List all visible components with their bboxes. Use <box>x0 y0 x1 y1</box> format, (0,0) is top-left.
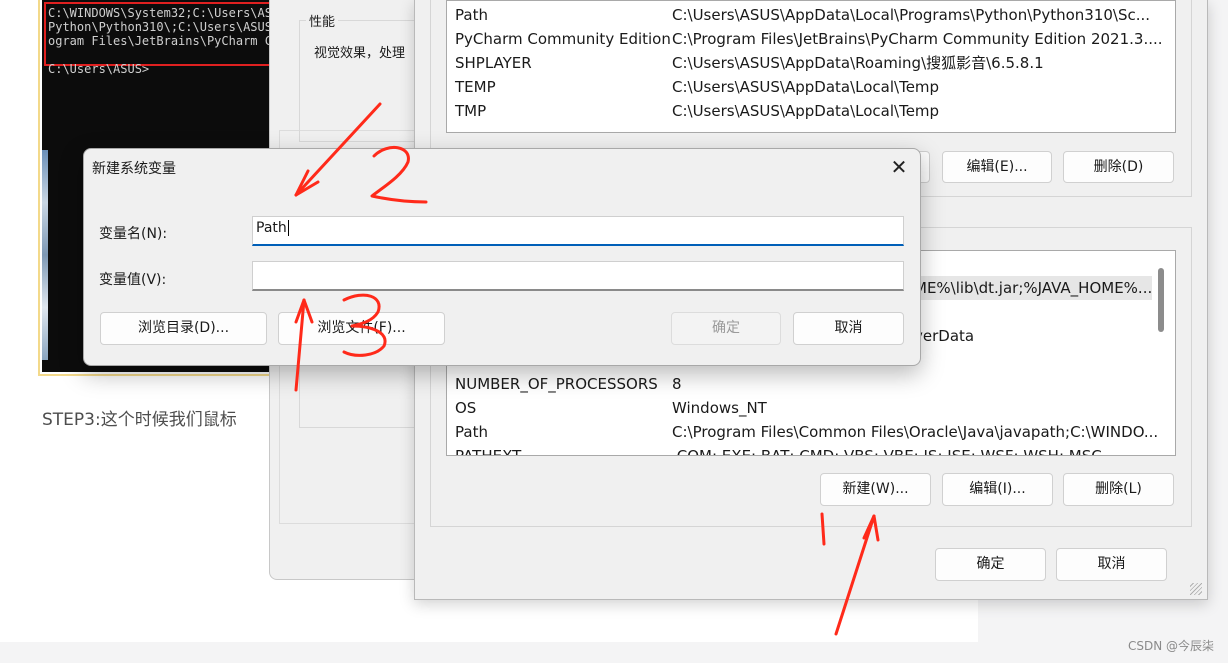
performance-description: 视觉效果，处理 <box>314 46 406 61</box>
dialog-cancel-button[interactable]: 取消 <box>793 312 904 345</box>
performance-label: 性能 <box>306 11 339 30</box>
env-ok-button[interactable]: 确定 <box>935 548 1046 581</box>
sys-delete-button[interactable]: 删除(L) <box>1063 473 1174 506</box>
cmd-line: ogram Files\JetBrains\PyCharm Co <box>48 34 276 48</box>
step-text: STEP3:这个时候我们鼠标 <box>42 410 237 430</box>
user-edit-button[interactable]: 编辑(E)... <box>942 151 1052 183</box>
resize-grip[interactable] <box>1190 583 1202 595</box>
sys-edit-button[interactable]: 编辑(I)... <box>942 473 1053 506</box>
scrollbar-thumb[interactable] <box>1158 268 1164 332</box>
variable-value-input[interactable] <box>252 261 904 291</box>
sys-new-button[interactable]: 新建(W)... <box>820 473 931 506</box>
dialog-title: 新建系统变量 <box>92 161 176 177</box>
variable-name-input[interactable]: Path <box>252 216 904 246</box>
browse-directory-button[interactable]: 浏览目录(D)... <box>100 312 267 345</box>
user-delete-button[interactable]: 删除(D) <box>1063 151 1174 183</box>
variable-name-label: 变量名(N): <box>99 226 168 242</box>
user-variables-list[interactable]: Path C:\Users\ASUS\AppData\Local\Programs… <box>446 0 1176 133</box>
browse-file-button[interactable]: 浏览文件(F)... <box>278 312 445 345</box>
watermark: CSDN @今辰柒 <box>1127 639 1214 653</box>
env-cancel-button[interactable]: 取消 <box>1056 548 1167 581</box>
dialog-ok-button[interactable]: 确定 <box>671 312 781 345</box>
desktop-strip <box>42 150 48 360</box>
close-icon[interactable]: ✕ <box>888 155 910 179</box>
cmd-line: C:\WINDOWS\System32;C:\Users\ASU <box>48 6 276 20</box>
text-caret <box>287 220 289 236</box>
cmd-prompt: C:\Users\ASUS> <box>48 62 150 76</box>
cmd-line: Python\Python310\;C:\Users\ASUS <box>48 20 272 34</box>
variable-value-label: 变量值(V): <box>99 272 167 288</box>
